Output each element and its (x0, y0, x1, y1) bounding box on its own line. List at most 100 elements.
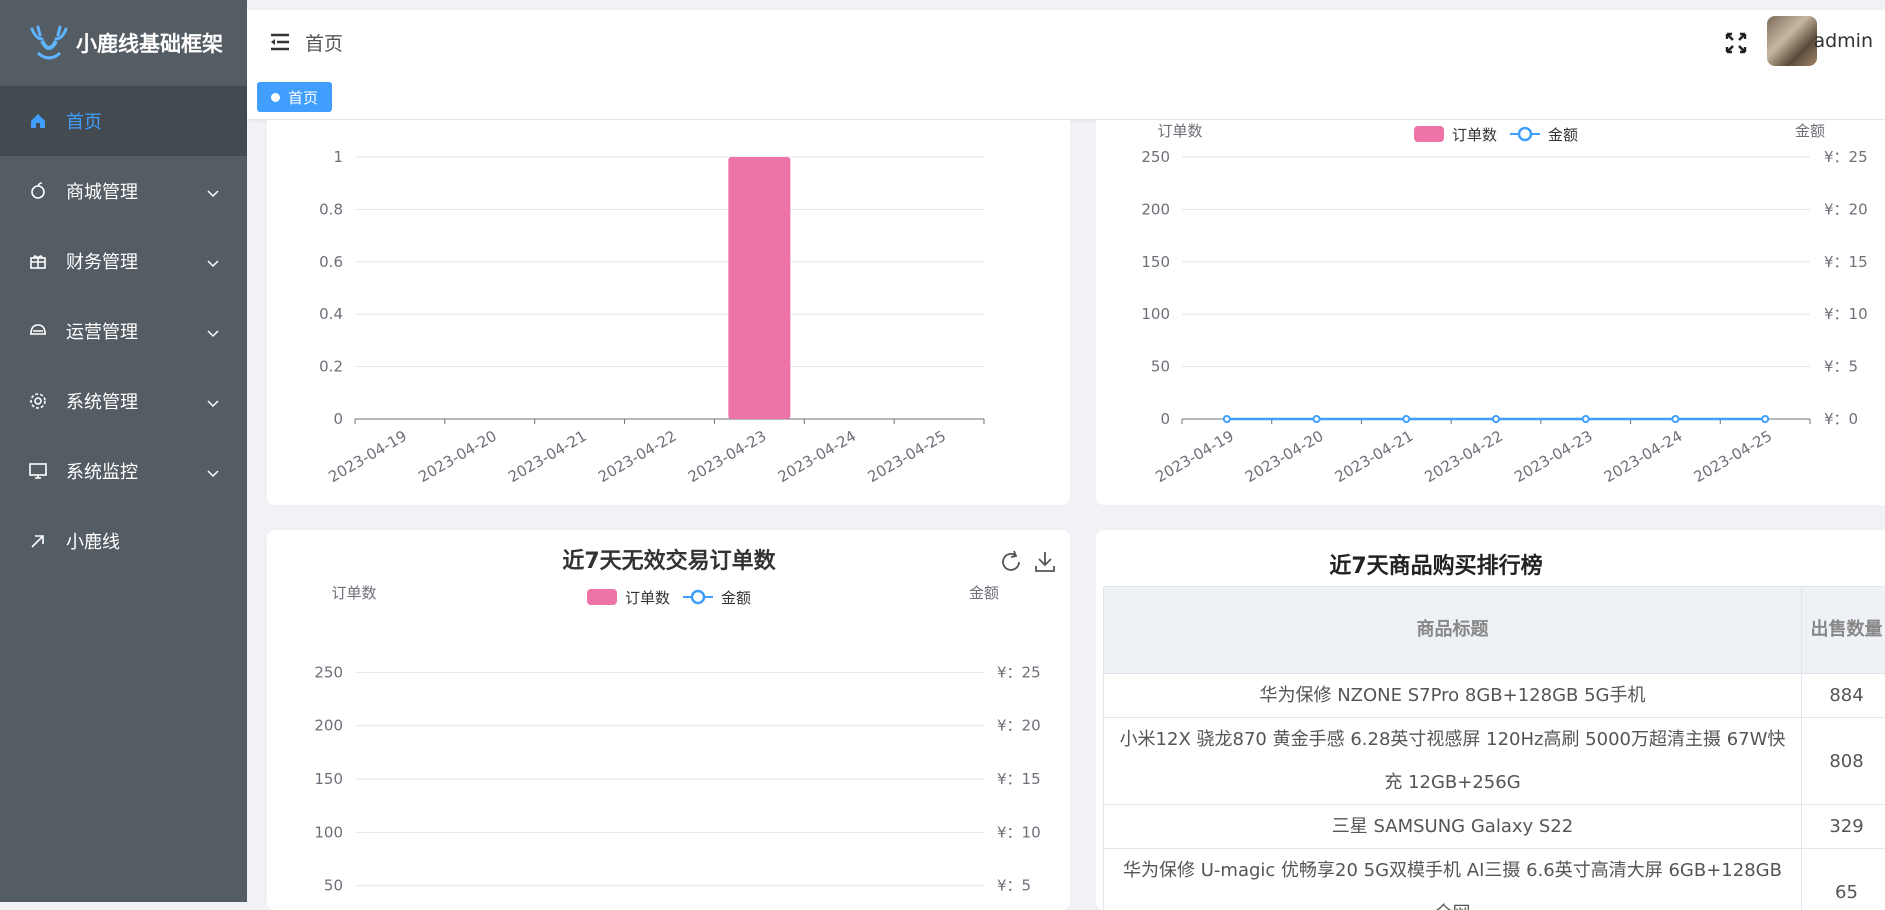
avatar[interactable] (1767, 16, 1817, 66)
y-tick-label: 0.4 (319, 305, 343, 323)
right-axis-label: 金额 (1795, 122, 1825, 140)
left-tick-label: 50 (324, 877, 343, 895)
x-tick-label: 2023-04-24 (775, 427, 860, 486)
left-tick-label: 100 (1141, 305, 1170, 323)
x-tick-label: 2023-04-23 (685, 427, 770, 486)
y-tick-label: 0.8 (319, 200, 343, 218)
order-amount-chart: 订单数金额订单数金额0¥：050¥：5100¥：10150¥：15200¥：20… (1096, 120, 1885, 505)
sold-count-cell: 884 (1802, 674, 1885, 718)
left-tick-label: 200 (1141, 200, 1170, 218)
tag-label: 首页 (288, 87, 318, 108)
sidebar-item-label: 系统监控 (66, 458, 138, 484)
y-tick-label: 0.2 (319, 358, 343, 376)
legend-label-orders: 订单数 (625, 589, 670, 607)
left-tick-label: 250 (1141, 148, 1170, 166)
sidebar-item-xiaolux[interactable]: 小鹿线 (0, 506, 247, 576)
helmet-icon (28, 321, 48, 341)
right-axis-label: 金额 (969, 584, 999, 602)
chevron-down-icon (207, 322, 219, 343)
sold-count-cell: 808 (1802, 718, 1885, 805)
right-tick-label: ¥：20 (997, 717, 1041, 735)
ranking-card: 近7天商品购买排行榜 商品标题 出售数量 华为保修 NZONE S7Pro 8G… (1096, 530, 1885, 910)
sidebar-item-mall[interactable]: 商城管理 (0, 156, 247, 226)
chart-card-invalid-orders: 近7天无效交易订单数订单数金额订单数金额50¥：5100¥：10150¥：152… (267, 530, 1070, 910)
legend-label-orders: 订单数 (1452, 126, 1497, 144)
amount-point (1224, 416, 1230, 422)
x-tick-label: 2023-04-21 (1332, 427, 1417, 486)
breadcrumb[interactable]: 首页 (305, 29, 343, 56)
gear-icon (28, 391, 48, 411)
logo[interactable]: 小鹿线基础框架 (0, 0, 247, 86)
chart-card-top-left: 00.20.40.60.812023-04-192023-04-202023-0… (267, 120, 1070, 505)
sidebar: 小鹿线基础框架 首页 商城管理 财务管理 运营管理 (0, 0, 247, 902)
left-tick-label: 0 (1160, 410, 1170, 428)
sidebar-item-monitor[interactable]: 系统监控 (0, 436, 247, 506)
x-tick-label: 2023-04-23 (1511, 427, 1596, 486)
sold-count-cell: 329 (1802, 805, 1885, 849)
right-tick-label: ¥：25 (1824, 148, 1868, 166)
sidebar-item-label: 小鹿线 (66, 528, 120, 554)
x-tick-label: 2023-04-19 (1152, 427, 1237, 486)
arrow-up-right-icon (28, 531, 48, 551)
product-title-cell: 小米12X 骁龙870 黄金手感 6.28英寸视感屏 120Hz高刷 5000万… (1104, 718, 1802, 805)
right-tick-label: ¥：0 (1824, 410, 1858, 428)
x-tick-label: 2023-04-22 (1421, 427, 1506, 486)
menu-fold-icon[interactable] (269, 32, 291, 52)
bar (728, 157, 790, 419)
left-axis-label: 订单数 (331, 584, 376, 602)
sold-count-cell: 65 (1802, 849, 1885, 910)
sidebar-item-operations[interactable]: 运营管理 (0, 296, 247, 366)
fullscreen-icon[interactable] (1725, 32, 1747, 54)
x-tick-label: 2023-04-19 (325, 427, 410, 486)
table-row[interactable]: 三星 SAMSUNG Galaxy S22329 (1104, 805, 1885, 849)
ranking-table: 商品标题 出售数量 华为保修 NZONE S7Pro 8GB+128GB 5G手… (1103, 586, 1885, 910)
table-row[interactable]: 小米12X 骁龙870 黄金手感 6.28英寸视感屏 120Hz高刷 5000万… (1104, 718, 1885, 805)
legend-label-amount: 金额 (1548, 126, 1578, 144)
chevron-down-icon (207, 252, 219, 273)
monitor-icon (28, 461, 48, 481)
product-title-cell: 华为保修 U-magic 优畅享20 5G双模手机 AI三摄 6.6英寸高清大屏… (1104, 849, 1802, 910)
right-tick-label: ¥：10 (1824, 305, 1868, 323)
right-tick-label: ¥：5 (1824, 358, 1858, 376)
left-tick-label: 250 (314, 663, 343, 681)
legend-marker-amount (692, 591, 704, 603)
logo-text: 小鹿线基础框架 (76, 28, 223, 58)
left-tick-label: 100 (314, 823, 343, 841)
amount-point (1762, 416, 1768, 422)
gift-icon (28, 251, 48, 271)
right-tick-label: ¥：10 (997, 823, 1041, 841)
sidebar-item-label: 系统管理 (66, 388, 138, 414)
left-tick-label: 150 (1141, 253, 1170, 271)
right-tick-label: ¥：15 (997, 770, 1041, 788)
sidebar-item-home[interactable]: 首页 (0, 86, 247, 156)
column-header-sold[interactable]: 出售数量 (1802, 587, 1885, 674)
tags-bar: 首页 (247, 74, 1885, 120)
username[interactable]: admin (1813, 30, 1873, 52)
right-tick-label: ¥：15 (1824, 253, 1868, 271)
tag-home[interactable]: 首页 (257, 82, 332, 112)
left-axis-label: 订单数 (1157, 122, 1202, 140)
chart-card-top-right: 订单数金额订单数金额0¥：050¥：5100¥：10150¥：15200¥：20… (1096, 120, 1885, 505)
sidebar-item-finance[interactable]: 财务管理 (0, 226, 247, 296)
left-tick-label: 150 (314, 770, 343, 788)
order-bar-chart: 00.20.40.60.812023-04-192023-04-202023-0… (267, 120, 1070, 505)
home-icon (28, 111, 48, 131)
refresh-icon[interactable] (999, 550, 1023, 574)
amount-point (1493, 416, 1499, 422)
column-header-title[interactable]: 商品标题 (1104, 587, 1802, 674)
amount-point (1314, 416, 1320, 422)
product-title-cell: 三星 SAMSUNG Galaxy S22 (1104, 805, 1802, 849)
y-tick-label: 0 (333, 410, 343, 428)
table-row[interactable]: 华为保修 U-magic 优畅享20 5G双模手机 AI三摄 6.6英寸高清大屏… (1104, 849, 1885, 910)
apple-icon (28, 181, 48, 201)
legend-swatch-orders (587, 589, 617, 605)
right-tick-label: ¥：25 (997, 663, 1041, 681)
left-tick-label: 200 (314, 717, 343, 735)
sidebar-item-system[interactable]: 系统管理 (0, 366, 247, 436)
right-tick-label: ¥：5 (997, 877, 1031, 895)
deer-logo-icon (28, 25, 70, 61)
sidebar-item-label: 首页 (66, 108, 102, 134)
download-icon[interactable] (1033, 550, 1057, 574)
x-tick-label: 2023-04-25 (1691, 427, 1776, 486)
table-row[interactable]: 华为保修 NZONE S7Pro 8GB+128GB 5G手机884 (1104, 674, 1885, 718)
